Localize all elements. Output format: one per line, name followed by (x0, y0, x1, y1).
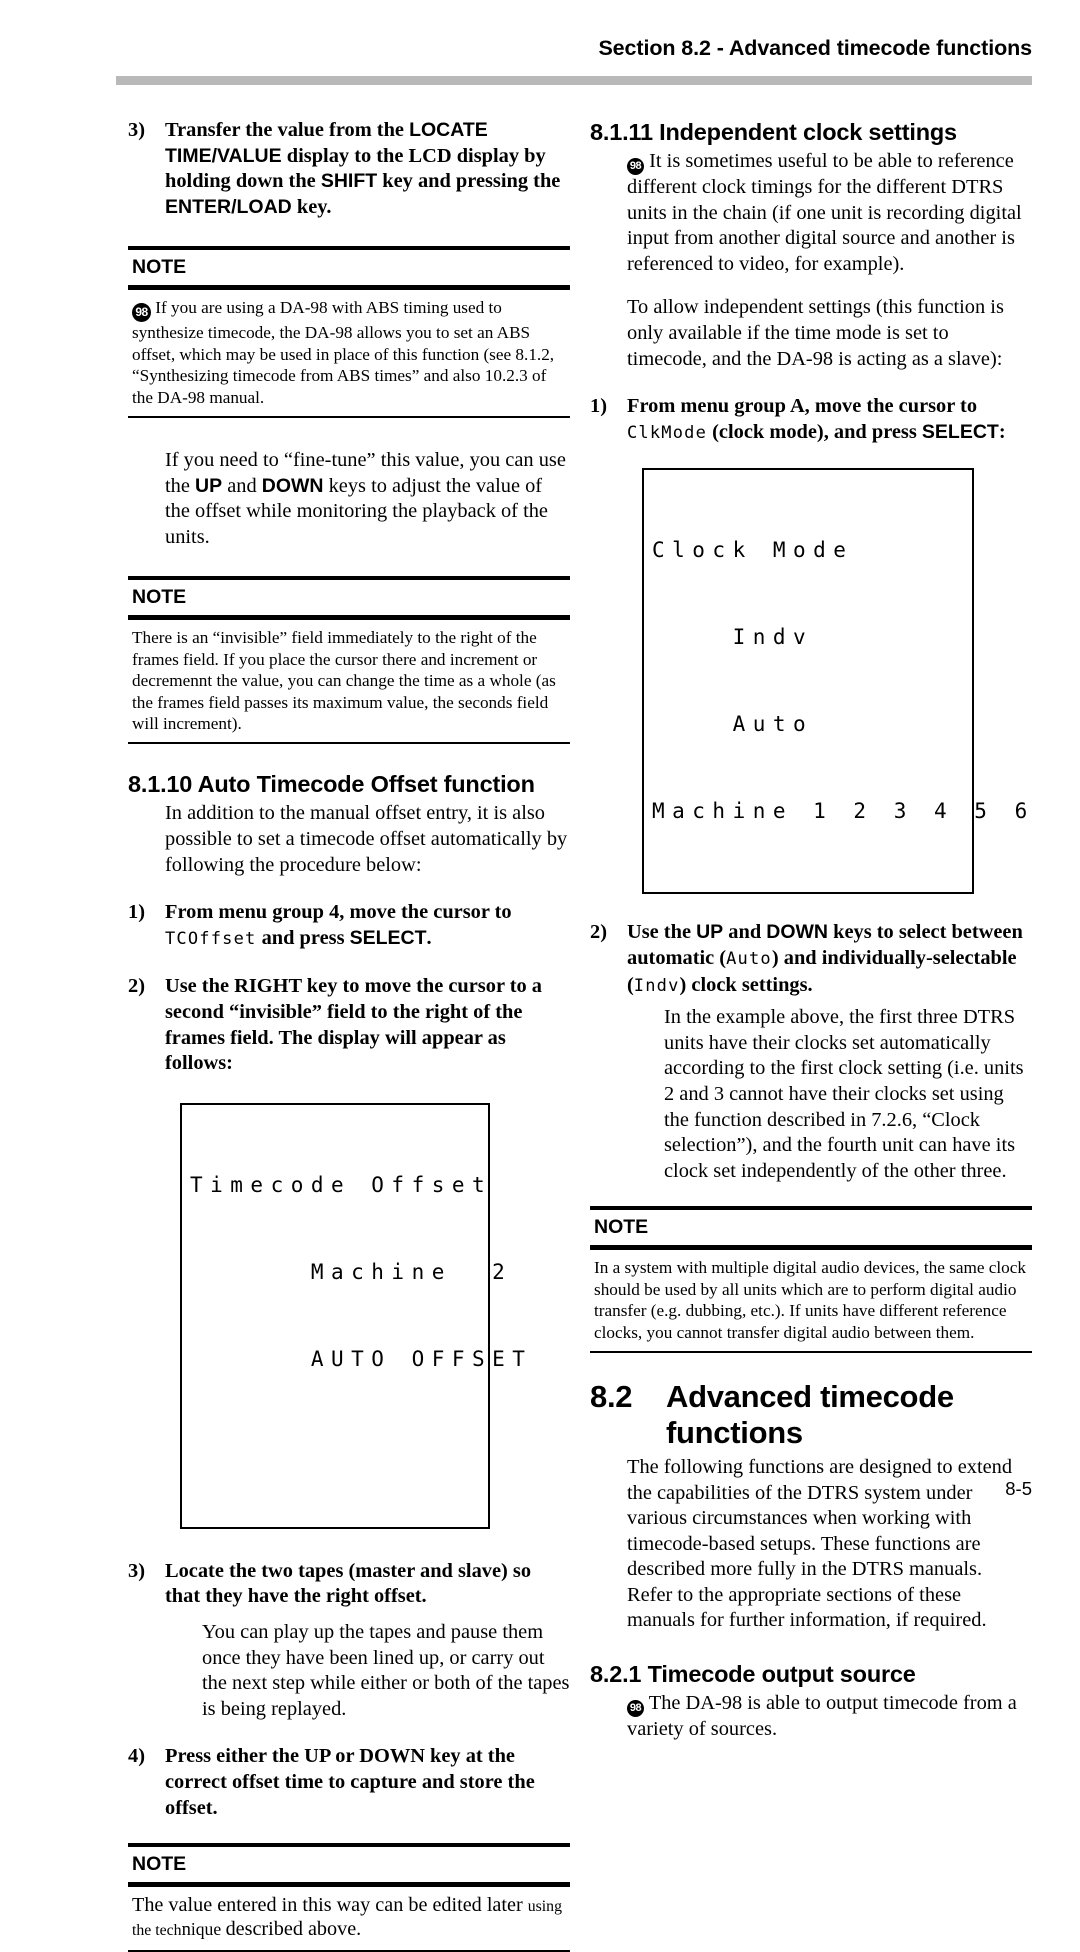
heading-number: 8.2 (590, 1378, 633, 1414)
note-box-same-clock: NOTE In a system with multiple digital a… (590, 1206, 1032, 1353)
key-up: UP (696, 921, 724, 944)
step-text-part: key. (291, 195, 332, 218)
key-up: UP (195, 474, 223, 497)
para-text: The DA-98 is able to output timecode fro… (627, 1692, 1017, 1741)
paragraph-fine-tune: If you need to “fine-tune” this value, y… (165, 448, 570, 550)
step-2-right-key: 2) Use the RIGHT key to move the cursor t… (128, 974, 570, 1076)
step-text-part: . (426, 926, 432, 949)
key-shift: SHIFT (320, 170, 378, 193)
step-text: Press either the UP or DOWN key at the c… (165, 1745, 535, 1819)
paragraph-example-above: In the example above, the first three DT… (664, 1006, 1024, 1182)
step-text-part: Transfer the value from the (165, 119, 410, 141)
step-text-part: From menu group 4, move the cursor to (165, 901, 512, 924)
note-text-part: n (181, 1919, 191, 1941)
step-number: 3) (128, 1559, 145, 1582)
lcd-line (190, 1432, 488, 1461)
note-text: If you are using a DA-98 with ABS timing… (132, 298, 555, 407)
step-number: 2) (128, 975, 145, 998)
key-down: DOWN (766, 921, 829, 944)
step-4-press-up-down: 4) Press either the UP or DOWN key at the… (128, 1744, 570, 1821)
step-text: Use the RIGHT key to move the cursor to … (165, 975, 542, 1075)
step-text-part: Use the (627, 921, 697, 944)
paragraph-8-2: The following functions are designed to … (627, 1455, 1013, 1632)
paragraph-independent-settings: To allow independent settings (this func… (627, 296, 1004, 370)
header-rule-bar (116, 76, 1032, 85)
note-label: NOTE (132, 1853, 187, 1876)
lcd-line: Indv (652, 625, 814, 650)
note-label: NOTE (132, 256, 187, 279)
step-text-part: (clock mode), and press (707, 420, 922, 443)
note-label: NOTE (132, 586, 187, 609)
step-1-menu-group-4: 1) From menu group 4, move the cursor to … (128, 900, 570, 952)
note-text-part: ique (190, 1919, 226, 1940)
step-number: 4) (128, 1745, 145, 1768)
step-number: 2) (590, 921, 607, 944)
paragraph-8-1-10: In addition to the manual offset entry, … (165, 802, 568, 876)
heading-8-1-11: 8.1.11 Independent clock settings (590, 119, 957, 145)
step-text-part: ) clock settings. (679, 973, 813, 996)
note-text-part: The value entered in this way can be edi… (132, 1894, 528, 1917)
lcd-label-tc: TC (165, 928, 188, 949)
step-text-part: and press (256, 926, 350, 949)
page-number-footer: 8-5 (1005, 1478, 1032, 1499)
note-box-abs-timing: NOTE 98 If you are using a DA-98 with AB… (128, 246, 570, 418)
header-title: Section 8.2 - Advanced timecode function… (598, 36, 1032, 60)
lcd-display-clock-mode: Clock Mode Indv Auto Machine 1 2 3 4 5 6 (642, 468, 1035, 895)
heading-8-2: 8.2 Advanced timecode functions (590, 1379, 1032, 1451)
lcd-label-clkmode: ClkMode (627, 422, 708, 443)
step-number: 1) (128, 901, 145, 924)
key-down: DOWN (261, 474, 324, 497)
heading-text: Advanced timecode functions (666, 1378, 954, 1450)
key-load: LOAD (236, 195, 292, 218)
key-select: SELECT (349, 926, 427, 949)
lcd-label-offset: Offset (187, 928, 257, 949)
key-enter: ENTER/ (165, 195, 237, 218)
note-label: NOTE (594, 1216, 649, 1239)
step-text-part: and (723, 921, 767, 944)
note-text-part: described above. (225, 1918, 362, 1941)
step-text-part: : (998, 420, 1006, 443)
key-value: VALUE (217, 144, 282, 167)
lcd-line: AUTO OFFSET (190, 1346, 533, 1371)
step-number: 1) (590, 395, 607, 418)
paragraph-8-2-1: 98 The DA-98 is able to output timecode … (627, 1691, 1032, 1743)
note-body: 98 If you are using a DA-98 with ABS tim… (128, 290, 570, 416)
da98-badge-icon: 98 (627, 1700, 644, 1718)
note-box-edit-later: NOTE The value entered in this way can b… (128, 1843, 570, 1952)
da98-badge-icon: 98 (132, 303, 151, 323)
step-number: 3) (128, 119, 145, 141)
heading-8-2-1: 8.2.1 Timecode output source (590, 1661, 916, 1688)
step-text-part: From menu group A, move the cursor to (627, 395, 978, 418)
note-box-invisible-field: NOTE There is an “invisible” field immed… (128, 576, 570, 745)
step-2-up-down-keys: 2) Use the UP and DOWN keys to select bet… (590, 920, 1032, 999)
lcd-label-auto: Auto (726, 948, 772, 969)
step-3-locate-tapes: 3) Locate the two tapes (master and slave… (128, 1559, 570, 1610)
paragraph-8-1-11-intro: 98 It is sometimes useful to be able to … (627, 149, 1032, 277)
heading-8-1-10: 8.1.10 Auto Timecode Offset function (128, 771, 535, 798)
da98-badge-icon: 98 (627, 158, 644, 175)
step-text: Locate the two tapes (master and slave) … (165, 1559, 532, 1608)
lcd-display-timecode-offset: Timecode Offset Machine 2 AUTO OFFSET (180, 1102, 533, 1529)
step-1-menu-group-a: 1) From menu group A, move the cursor to … (590, 394, 1032, 446)
step-text-part: key and pressing the (377, 170, 561, 193)
note-body: The value entered in this way can be edi… (128, 1887, 570, 1950)
lcd-line: Machine 1 2 3 4 5 6 (652, 799, 1035, 824)
page-header: Section 8.2 - Advanced timecode function… (0, 36, 1080, 70)
right-column: 8.1.11 Independent clock settings 98 It … (590, 118, 1032, 1743)
note-body: In a system with multiple digital audio … (594, 1258, 1026, 1342)
lcd-line: Auto (652, 712, 814, 737)
lcd-line: Clock Mode (652, 538, 854, 563)
lcd-line: Timecode Offset (190, 1172, 493, 1197)
para-text: It is sometimes useful to be able to ref… (627, 150, 1022, 275)
left-column: 3) Transfer the value from the LOCATE TIM… (128, 118, 570, 1952)
lcd-line: Machine 2 (190, 1259, 513, 1284)
note-body: There is an “invisible” field immediatel… (132, 628, 556, 733)
key-select: SELECT (921, 420, 999, 443)
para-part: and (222, 474, 262, 497)
lcd-label-indv: Indv (633, 975, 680, 996)
step-3-transfer-value: 3) Transfer the value from the LOCATE TIM… (128, 118, 570, 220)
paragraph-play-up-tapes: You can play up the tapes and pause them… (202, 1620, 570, 1720)
